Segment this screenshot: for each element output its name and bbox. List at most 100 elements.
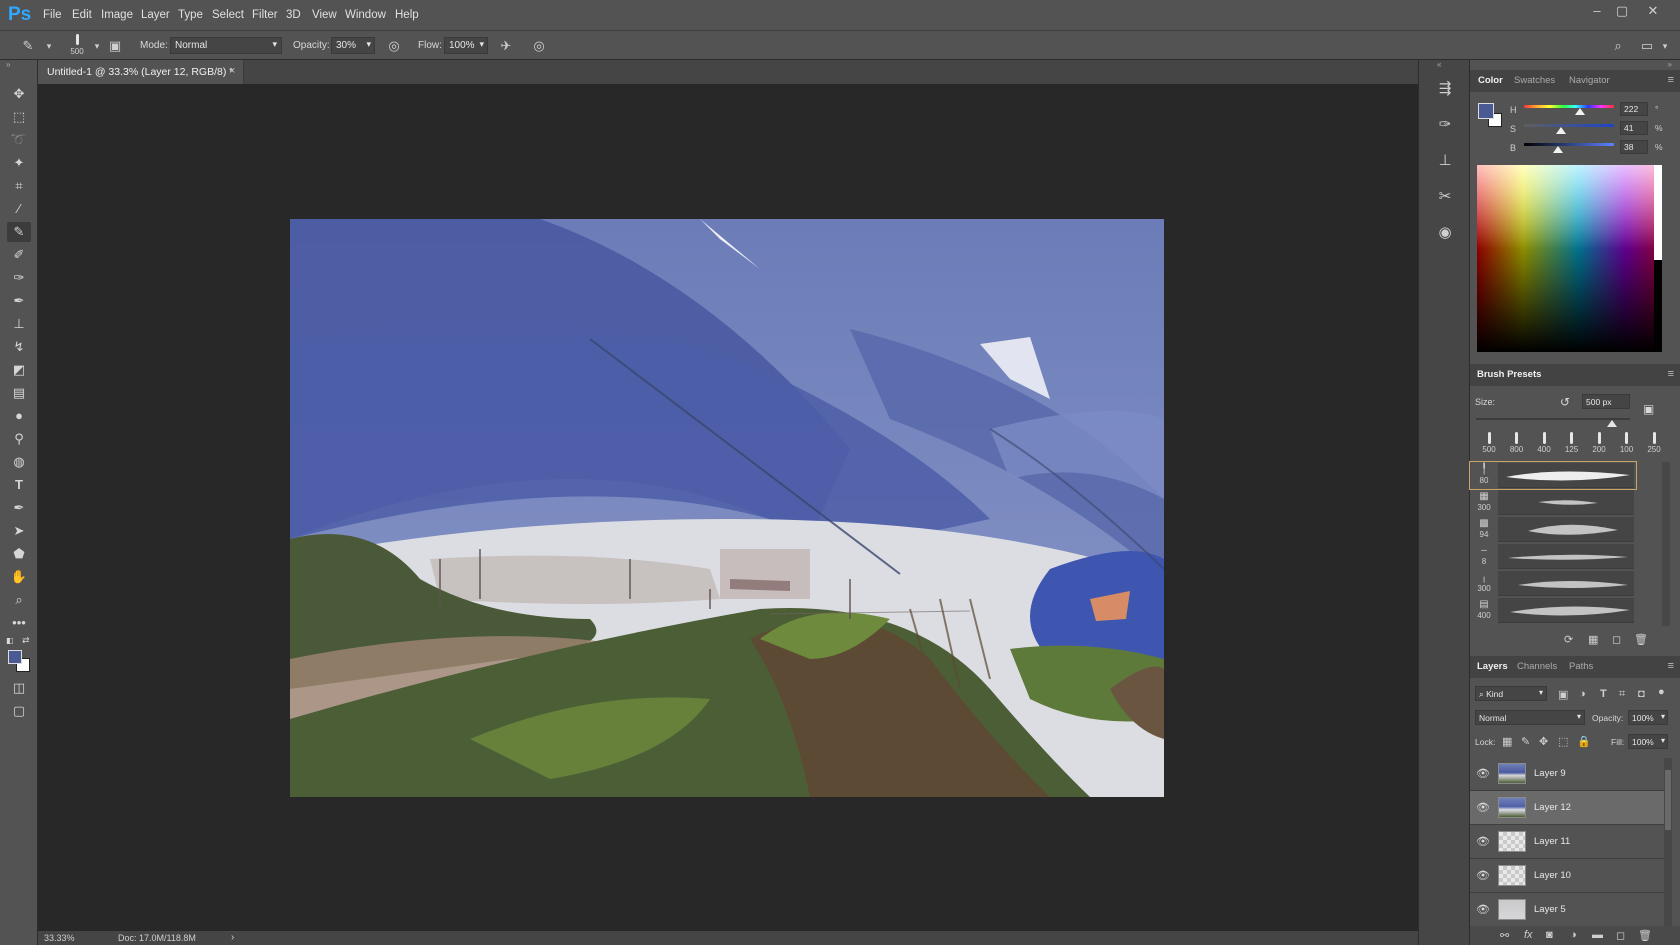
brush-tool-icon[interactable]: ✎	[7, 222, 31, 242]
close-window-button[interactable]: ✕	[1642, 3, 1664, 19]
layer-opacity-field[interactable]: 100% ▾	[1628, 710, 1668, 725]
foreground-color-swatch[interactable]	[1478, 103, 1494, 119]
chevron-down-icon[interactable]: ▾	[88, 37, 106, 55]
saturation-field[interactable]: 41	[1620, 121, 1648, 135]
menu-help[interactable]: Help	[395, 9, 419, 21]
status-menu-arrow[interactable]: ›	[231, 932, 234, 943]
tab-color[interactable]: Color	[1478, 75, 1503, 86]
menu-type[interactable]: Type	[178, 9, 203, 21]
layer-row[interactable]: 👁 Layer 9	[1470, 757, 1664, 791]
color-swatches[interactable]	[8, 650, 32, 672]
sponge-tool-icon[interactable]: ◍	[7, 452, 31, 472]
clone-stamp-tool-icon[interactable]: ⊥	[7, 314, 31, 334]
brush-preset-item[interactable]: ▦ 300	[1470, 489, 1636, 516]
panel-menu-icon[interactable]: ≡	[1668, 368, 1674, 380]
shape-tool-icon[interactable]: ⬟	[7, 544, 31, 564]
document-tab[interactable]: Untitled-1 @ 33.3% (Layer 12, RGB/8) * ×	[38, 60, 244, 84]
gradient-tool-icon[interactable]: ▤	[7, 383, 31, 403]
layer-filter-select[interactable]: ⌕ Kind ▾	[1475, 686, 1547, 701]
size-slider-handle[interactable]	[1606, 420, 1617, 427]
blend-mode-select[interactable]: Normal ▾	[1475, 710, 1585, 725]
history-panel-icon[interactable]: ⇶	[1433, 77, 1457, 101]
new-preset-icon[interactable]: ◻	[1612, 633, 1621, 646]
layer-row[interactable]: 👁 Layer 11	[1470, 825, 1664, 859]
layer-row[interactable]: 👁 Layer 12	[1470, 791, 1664, 825]
panel-menu-icon[interactable]: ≡	[1668, 74, 1674, 86]
brush-preset-item[interactable]: ╷ 300	[1470, 570, 1636, 597]
color-panel-swatches[interactable]	[1478, 103, 1504, 129]
close-document-icon[interactable]: ×	[229, 65, 235, 77]
eye-icon[interactable]: 👁	[1476, 801, 1490, 814]
layers-scrollbar-thumb[interactable]	[1665, 770, 1671, 830]
folder-icon[interactable]: ▬	[1592, 929, 1603, 941]
brush-preset-item[interactable]: –8	[1470, 543, 1636, 570]
minimize-button[interactable]: –	[1586, 3, 1608, 18]
brightness-slider-handle[interactable]	[1553, 146, 1564, 153]
eye-icon[interactable]: 👁	[1476, 869, 1490, 882]
brush-toggle-icon[interactable]: ⟳	[1564, 633, 1573, 646]
healing-brush-tool-icon[interactable]: ✒	[7, 291, 31, 311]
menu-select[interactable]: Select	[212, 9, 244, 21]
menu-window[interactable]: Window	[345, 9, 386, 21]
filter-type-icon[interactable]: T	[1600, 688, 1607, 700]
layer-row[interactable]: 👁 Layer 5	[1470, 893, 1664, 927]
layer-name[interactable]: Layer 5	[1534, 904, 1566, 915]
foreground-color-swatch[interactable]	[8, 650, 22, 664]
hue-field[interactable]: 222	[1620, 102, 1648, 116]
lock-position-icon[interactable]: ✥	[1539, 735, 1548, 748]
tab-paths[interactable]: Paths	[1569, 661, 1593, 672]
marquee-tool-icon[interactable]: ⬚	[7, 107, 31, 127]
saturation-slider[interactable]	[1524, 124, 1614, 127]
filter-smart-object-icon[interactable]: ◘	[1638, 688, 1645, 700]
eyedropper-tool-icon[interactable]: ⁄	[7, 199, 31, 219]
flow-field[interactable]: 100% ▾	[444, 37, 488, 54]
chevron-down-icon[interactable]: ▾	[40, 37, 58, 55]
quick-mask-icon[interactable]: ◫	[7, 678, 31, 698]
tab-swatches[interactable]: Swatches	[1514, 75, 1555, 86]
presets-scrollbar[interactable]	[1662, 462, 1670, 626]
path-selection-tool-icon[interactable]: ➤	[7, 521, 31, 541]
create-preset-icon[interactable]: ▣	[1643, 402, 1654, 416]
lasso-tool-icon[interactable]: ➰	[7, 130, 31, 150]
layer-name[interactable]: Layer 11	[1534, 836, 1570, 847]
layer-name[interactable]: Layer 10	[1534, 870, 1571, 881]
brush-preset-item[interactable]: ╿ 80	[1469, 461, 1637, 490]
chevron-down-icon[interactable]: ▾	[1656, 37, 1674, 55]
fx-icon[interactable]: fx	[1524, 929, 1533, 941]
brush-tip-250[interactable]: 250	[1641, 432, 1667, 454]
maximize-button[interactable]: ▢	[1611, 3, 1633, 19]
pressure-size-icon[interactable]: ◎	[530, 37, 548, 55]
screen-mode-icon[interactable]: ▢	[7, 701, 31, 721]
pressure-opacity-icon[interactable]: ◎	[385, 37, 403, 55]
layers-scrollbar[interactable]	[1664, 758, 1672, 926]
type-tool-icon[interactable]: T	[7, 475, 31, 495]
fill-field[interactable]: 100% ▾	[1628, 734, 1668, 749]
brush-preset-item[interactable]: ▩ 94	[1470, 516, 1636, 543]
tab-navigator[interactable]: Navigator	[1569, 75, 1610, 86]
zoom-level[interactable]: 33.33%	[44, 933, 75, 943]
eye-icon[interactable]: 👁	[1476, 903, 1490, 916]
menu-file[interactable]: File	[43, 9, 62, 21]
more-tools-icon[interactable]: •••	[7, 613, 31, 633]
menu-view[interactable]: View	[312, 9, 337, 21]
brush-tip-500[interactable]: 500	[1476, 432, 1502, 454]
brush-tip-200[interactable]: 200	[1586, 432, 1612, 454]
eraser-tool-icon[interactable]: ◩	[7, 360, 31, 380]
filter-toggle-icon[interactable]: ●	[1658, 686, 1665, 698]
lock-pixels-icon[interactable]: ✎	[1521, 735, 1530, 748]
default-colors-icon[interactable]: ◧	[6, 636, 14, 645]
trash-icon[interactable]: 🗑	[1638, 929, 1652, 942]
menu-layer[interactable]: Layer	[141, 9, 170, 21]
trash-icon[interactable]: 🗑	[1634, 633, 1648, 646]
tab-layers[interactable]: Layers	[1477, 661, 1508, 672]
tab-brush-presets[interactable]: Brush Presets	[1477, 369, 1541, 380]
history-brush-tool-icon[interactable]: ↯	[7, 337, 31, 357]
brush-tip-400[interactable]: 400	[1531, 432, 1557, 454]
brush-tip-100[interactable]: 100	[1614, 432, 1640, 454]
reset-size-icon[interactable]: ↺	[1560, 395, 1570, 409]
lock-transparent-icon[interactable]: ▦	[1502, 735, 1512, 748]
menu-3d[interactable]: 3D	[286, 9, 301, 21]
airbrush-icon[interactable]: ✈	[497, 37, 515, 55]
hand-tool-icon[interactable]: ✋	[7, 567, 31, 587]
menu-edit[interactable]: Edit	[72, 9, 92, 21]
